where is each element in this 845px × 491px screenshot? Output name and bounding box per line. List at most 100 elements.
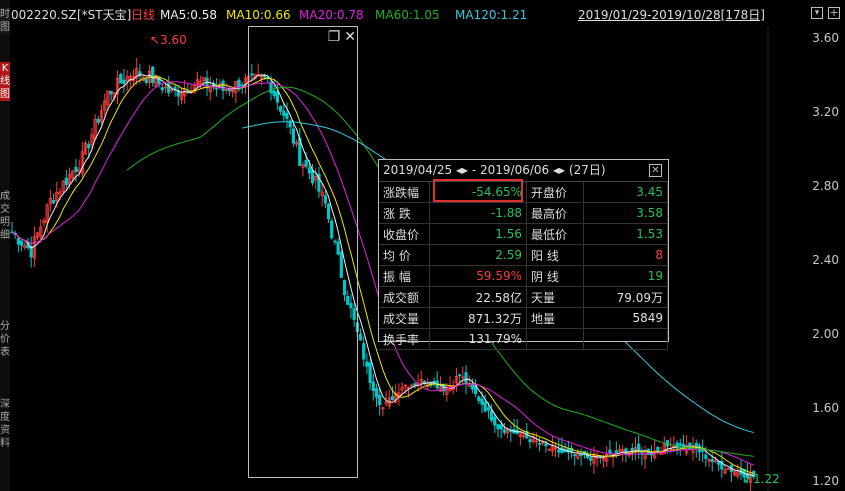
stats-value: 131.79% — [429, 328, 527, 350]
stats-value: 1.53 — [583, 223, 668, 245]
stats-label: 成交额 — [379, 286, 430, 308]
stats-label: 阴 线 — [526, 265, 584, 287]
candle-body — [649, 453, 654, 456]
stats-value: 79.09万 — [583, 286, 668, 308]
stats-row: 涨跌幅 -54.65% 开盘价 3.45 — [379, 182, 668, 203]
candle-body — [87, 144, 91, 149]
stats-row: 换手率 131.79% — [379, 328, 668, 350]
stats-value: -1.88 — [429, 202, 527, 224]
candle-body — [432, 380, 436, 383]
candle-body — [374, 388, 379, 398]
stats-label: 涨 跌 — [379, 202, 430, 224]
stats-label — [526, 328, 584, 350]
y-tick-label: 2.80 — [812, 179, 839, 193]
candle-body — [221, 80, 225, 91]
candle-body — [378, 394, 382, 406]
candle-body — [368, 362, 372, 384]
candle-body — [490, 410, 494, 421]
selection-box[interactable]: ❐ ✕ — [248, 26, 358, 478]
date-from-arrows[interactable]: ◂▸ — [456, 163, 468, 177]
candle-body — [413, 383, 417, 386]
candle-body — [119, 74, 123, 84]
ma10-value: MA10:0.66 — [226, 8, 291, 22]
stats-value: 871.32万 — [429, 307, 527, 329]
stats-value: 5849 — [583, 307, 668, 329]
ma120-value: MA120:1.21 — [455, 8, 528, 22]
candle-body — [96, 118, 100, 123]
stats-label: 最低价 — [526, 223, 584, 245]
stats-label: 涨跌幅 — [379, 182, 430, 203]
stats-row: 成交额 22.58亿 天量 79.09万 — [379, 286, 668, 308]
candle-body — [74, 166, 78, 172]
day-count: (27日) — [568, 163, 606, 177]
plus-icon[interactable]: + — [828, 7, 840, 19]
stats-value: 3.45 — [583, 182, 668, 203]
candle-body — [573, 454, 577, 457]
candle-body — [589, 457, 593, 461]
candle-body — [51, 200, 56, 204]
stats-row: 涨 跌 -1.88 最高价 3.58 — [379, 202, 668, 224]
date-range[interactable]: 2019/01/29-2019/10/28[178日] — [578, 6, 765, 24]
high-annotation: ↖3.60 — [150, 33, 187, 47]
candle-body — [240, 84, 244, 87]
candle-body — [608, 449, 612, 454]
close-box-icon[interactable]: ✕ — [649, 164, 662, 177]
y-tick-label: 2.00 — [812, 327, 839, 341]
ma5-value: MA5:0.58 — [160, 8, 217, 22]
stats-label: 振 幅 — [379, 265, 430, 287]
stats-row: 成交量 871.32万 地量 5849 — [379, 307, 668, 329]
stats-row: 均 价 2.59 阳 线8 — [379, 244, 668, 266]
ma20-value: MA20:0.78 — [299, 8, 364, 22]
window-restore-icon[interactable]: ❐ — [328, 29, 341, 45]
candle-body — [614, 450, 618, 455]
stats-row: 收盘价 1.56 最低价 1.53 — [379, 223, 668, 245]
candle-body — [464, 372, 468, 385]
low-annotation: ↙1.22 — [743, 472, 780, 486]
range-stats-table: 涨跌幅 -54.65% 开盘价 3.45 涨 跌 -1.88 最高价 3.58 收盘价 1.56 最… — [379, 182, 668, 350]
stats-label: 天量 — [526, 286, 584, 308]
y-tick-label: 2.40 — [812, 253, 839, 267]
candle-body — [160, 87, 164, 91]
candle-body — [371, 381, 375, 392]
stats-label: 地量 — [526, 307, 584, 329]
date-to: 2019/06/06 — [480, 163, 550, 177]
candle-body — [480, 398, 484, 405]
candle-body — [151, 66, 155, 83]
candle-body — [64, 177, 68, 185]
candle-body — [215, 87, 219, 90]
period-label[interactable]: 日线 — [131, 6, 155, 24]
stats-label: 均 价 — [379, 244, 430, 266]
candle-body — [678, 443, 682, 446]
candle-body — [483, 401, 487, 412]
y-tick-label: 1.20 — [812, 474, 839, 488]
stats-label: 收盘价 — [379, 223, 430, 245]
y-tick-label: 3.60 — [812, 31, 839, 45]
date-from: 2019/04/25 — [383, 163, 453, 177]
stats-value: 22.58亿 — [429, 286, 527, 308]
stats-label: 开盘价 — [526, 182, 584, 203]
range-stats-header: 2019/04/25 ◂▸ - 2019/06/06 ◂▸ (27日) ✕ — [379, 160, 668, 182]
candle-body — [390, 396, 395, 400]
candle-body — [710, 458, 714, 463]
stats-label: 阳 线 — [526, 244, 584, 266]
date-to-arrows[interactable]: ◂▸ — [553, 163, 565, 177]
close-icon[interactable]: ✕ — [344, 29, 356, 45]
candle-body — [624, 448, 628, 455]
candle-body — [144, 78, 148, 83]
candle-body — [537, 443, 542, 445]
stats-label: 成交量 — [379, 307, 430, 329]
range-stats-panel: 2019/04/25 ◂▸ - 2019/06/06 ◂▸ (27日) ✕ 涨跌… — [378, 159, 669, 350]
stats-value: 3.58 — [583, 202, 668, 224]
candle-body — [496, 424, 500, 430]
y-tick-label: 1.60 — [812, 401, 839, 415]
candle-body — [362, 343, 366, 360]
candle-body — [704, 454, 708, 459]
candle-body — [470, 384, 475, 390]
indicator-header: 002220.SZ [*ST天宝] 日线 MA5:0.58 MA10:0.66 … — [11, 6, 845, 24]
stats-label: 换手率 — [379, 328, 430, 350]
candle-body — [493, 416, 497, 426]
candle-body — [157, 76, 161, 85]
stats-value: 19 — [583, 265, 668, 287]
chevron-down-icon[interactable]: ▾ — [811, 7, 823, 19]
stats-value: 8 — [583, 244, 668, 266]
